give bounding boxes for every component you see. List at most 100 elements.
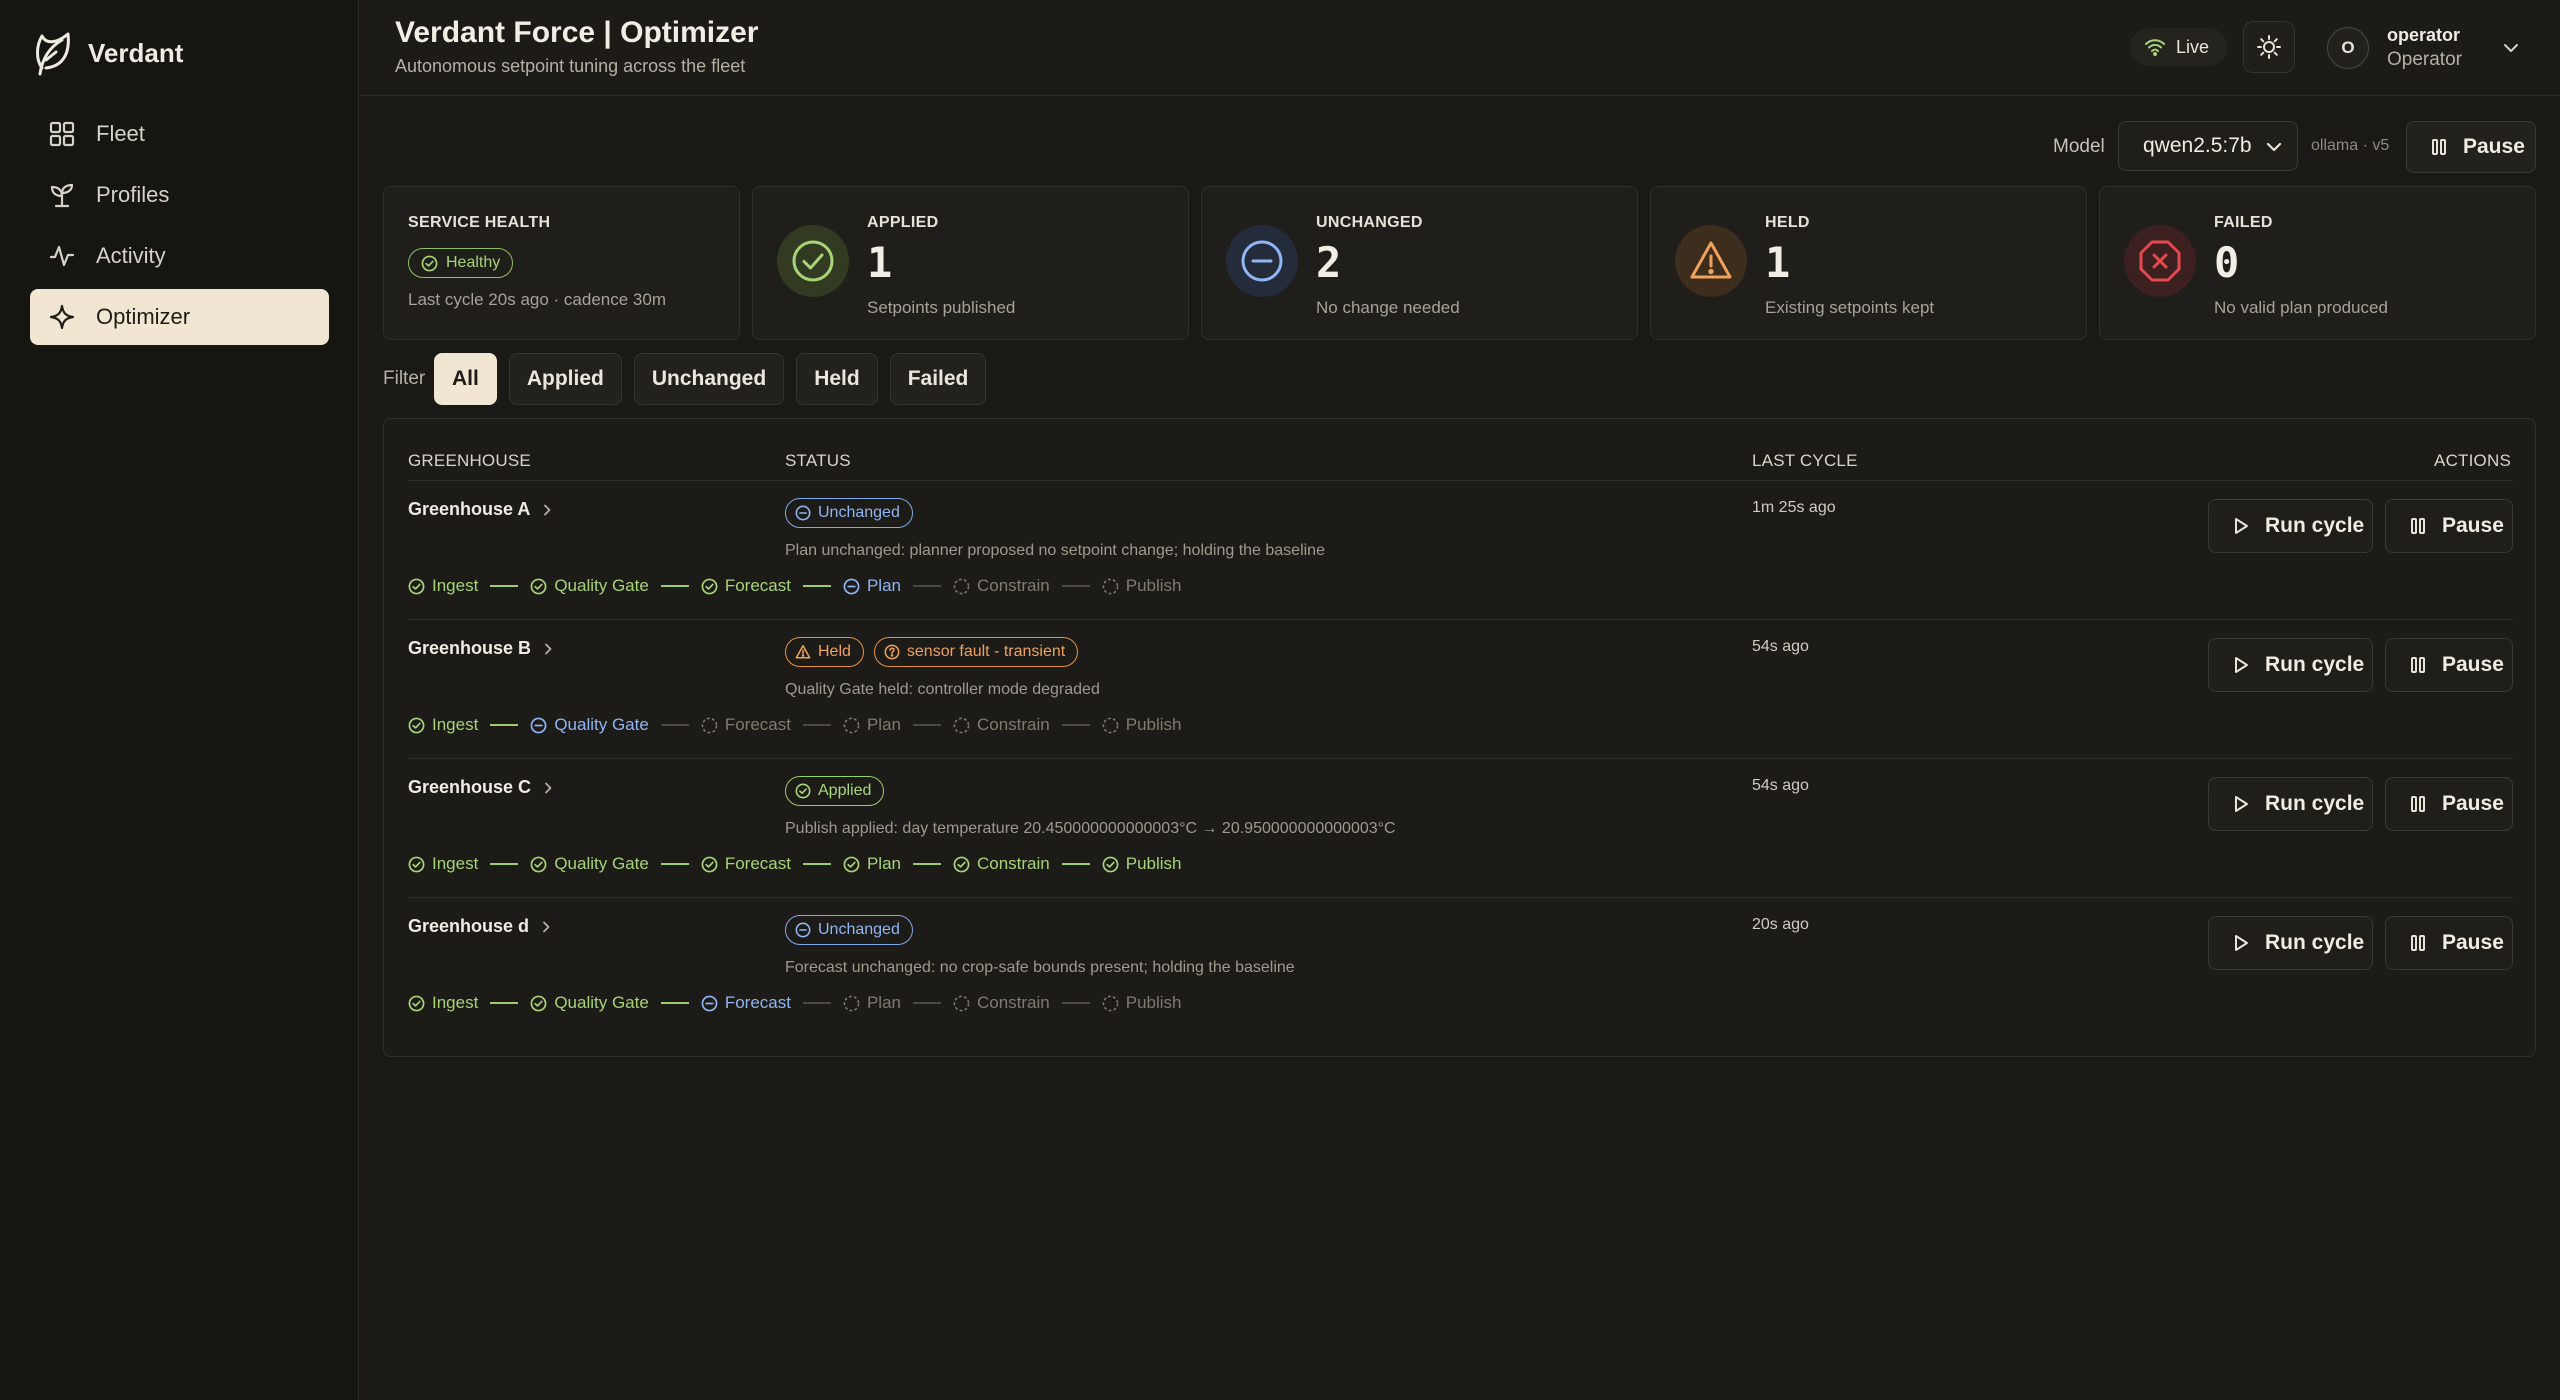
pipeline-connector — [802, 724, 831, 726]
pause-all-button[interactable]: Pause — [2406, 121, 2536, 173]
status-badges: Unchanged — [785, 498, 913, 528]
top-header: Verdant Force | Optimizer Autonomous set… — [360, 0, 2560, 96]
sidebar-item-label: Activity — [96, 243, 166, 268]
check-circle-icon — [843, 856, 860, 873]
model-select[interactable]: qwen2.5:7b — [2118, 121, 2298, 171]
status-badges: Applied — [785, 776, 885, 806]
pipeline-connector — [802, 863, 831, 865]
pause-label: Pause — [2463, 135, 2525, 158]
pause-button[interactable]: Pause — [2385, 916, 2513, 970]
greenhouse-link[interactable]: Greenhouse d — [408, 916, 553, 937]
user-name: operator — [2387, 25, 2461, 45]
card-desc: No valid plan produced — [2214, 298, 2388, 317]
column-header-status: STATUS — [785, 451, 851, 470]
sidebar-item-label: Fleet — [96, 121, 145, 146]
model-label: Model — [2053, 136, 2105, 157]
pipeline-connector — [660, 724, 689, 726]
grid-icon — [49, 121, 75, 147]
pause-button[interactable]: Pause — [2385, 638, 2513, 692]
brand[interactable]: Verdant — [32, 28, 183, 78]
pipeline: Ingest Quality Gate Forecast Plan Constr… — [408, 715, 1182, 735]
sidebar-item-fleet[interactable]: Fleet — [30, 106, 329, 162]
table-row: Greenhouse B Held sensor fault - transie… — [408, 619, 2513, 758]
run-cycle-button[interactable]: Run cycle — [2208, 777, 2373, 831]
run-cycle-button[interactable]: Run cycle — [2208, 916, 2373, 970]
minus-circle-icon — [1226, 225, 1298, 297]
filter-failed-button[interactable]: Failed — [889, 353, 987, 405]
greenhouse-link[interactable]: Greenhouse C — [408, 777, 555, 798]
pipeline-stage: Forecast — [701, 993, 791, 1013]
sprout-icon — [50, 183, 74, 208]
pipeline-stage: Plan — [843, 576, 901, 596]
pause-icon — [2411, 796, 2425, 812]
minus-circle-icon — [795, 922, 811, 938]
filter-held-button[interactable]: Held — [796, 353, 878, 405]
status-badge: Unchanged — [785, 498, 913, 528]
theme-toggle-button[interactable] — [2243, 21, 2295, 73]
pipeline-connector — [912, 863, 941, 865]
sidebar: Verdant Fleet Profiles Activity Optimize… — [0, 0, 359, 1400]
live-indicator: Live — [2130, 28, 2228, 66]
card-label: APPLIED — [867, 214, 939, 231]
pipeline-stage: Plan — [843, 715, 901, 735]
avatar: O — [2327, 27, 2369, 69]
filter-unchanged-button[interactable]: Unchanged — [633, 353, 785, 405]
sidebar-item-profiles[interactable]: Profiles — [30, 167, 329, 223]
filter-applied-button[interactable]: Applied — [508, 353, 622, 405]
pipeline-connector — [912, 585, 941, 587]
table-row: Greenhouse A Unchanged Plan unchanged: p… — [408, 480, 2513, 619]
pause-button[interactable]: Pause — [2385, 499, 2513, 553]
card-desc: Last cycle 20s ago · cadence 30m — [408, 290, 666, 309]
status-badge: Held — [785, 637, 864, 667]
pending-circle-icon — [701, 717, 718, 734]
pipeline: Ingest Quality Gate Forecast Plan Constr… — [408, 854, 1182, 874]
filter-all-button[interactable]: All — [434, 353, 497, 405]
sidebar-item-label: Profiles — [96, 182, 170, 207]
pending-circle-icon — [1102, 717, 1119, 734]
status-badge: Unchanged — [785, 915, 913, 945]
chevron-down-icon — [2503, 44, 2518, 52]
chevron-down-icon — [2266, 142, 2282, 152]
check-circle-icon — [530, 578, 547, 595]
warning-icon — [795, 644, 811, 660]
warning-icon — [1675, 225, 1747, 297]
pipeline-stage: Forecast — [701, 576, 791, 596]
column-header-last-cycle: LAST CYCLE — [1752, 451, 1858, 470]
pending-circle-icon — [1102, 995, 1119, 1012]
x-octagon-icon — [2124, 225, 2196, 297]
play-icon — [2235, 796, 2248, 812]
check-circle-icon — [408, 717, 425, 734]
card-value: 1 — [1765, 238, 1791, 287]
play-icon — [2235, 657, 2248, 673]
pause-icon — [2411, 935, 2425, 951]
pipeline: Ingest Quality Gate Forecast Plan Constr… — [408, 576, 1182, 596]
card-value: 1 — [867, 238, 893, 287]
pipeline-stage: Ingest — [408, 993, 478, 1013]
run-cycle-button[interactable]: Run cycle — [2208, 638, 2373, 692]
table-row: Greenhouse d Unchanged Forecast unchange… — [408, 897, 2513, 1036]
card-value: 0 — [2214, 238, 2240, 287]
pause-icon — [2411, 518, 2425, 534]
applied-card: APPLIED 1 Setpoints published — [752, 186, 1189, 340]
pause-icon — [2432, 139, 2446, 155]
greenhouse-link[interactable]: Greenhouse A — [408, 499, 554, 520]
greenhouse-link[interactable]: Greenhouse B — [408, 638, 555, 659]
minus-circle-icon — [843, 578, 860, 595]
pipeline-stage: Constrain — [953, 576, 1050, 596]
sidebar-item-optimizer[interactable]: Optimizer — [30, 289, 329, 345]
check-circle-icon — [953, 856, 970, 873]
pipeline-stage: Forecast — [701, 854, 791, 874]
run-cycle-button[interactable]: Run cycle — [2208, 499, 2373, 553]
last-cycle: 20s ago — [1752, 916, 1809, 933]
minus-circle-icon — [795, 505, 811, 521]
sidebar-item-activity[interactable]: Activity — [30, 228, 329, 284]
check-circle-icon — [408, 995, 425, 1012]
sidebar-item-label: Optimizer — [96, 304, 191, 329]
pipeline-stage: Publish — [1102, 854, 1182, 874]
user-menu[interactable]: O operator Operator — [2327, 20, 2522, 76]
play-icon — [2235, 935, 2248, 951]
last-cycle: 1m 25s ago — [1752, 499, 1836, 516]
pause-button[interactable]: Pause — [2385, 777, 2513, 831]
card-value: 2 — [1316, 238, 1342, 287]
card-label: FAILED — [2214, 214, 2273, 231]
